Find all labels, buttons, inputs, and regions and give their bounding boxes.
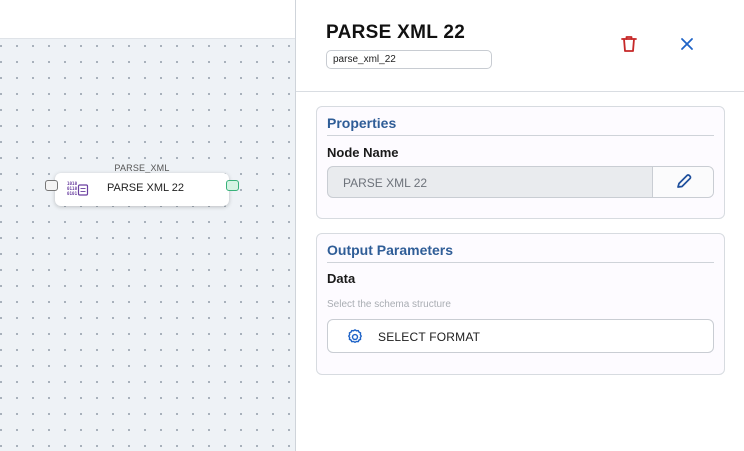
panel-title: PARSE XML 22 bbox=[326, 22, 466, 43]
properties-section: Properties Node Name PARSE XML 22 bbox=[316, 106, 725, 219]
workflow-canvas[interactable]: PARSE_XML 1010 0110 0101 PARSE XML 22 bbox=[0, 0, 296, 451]
trash-icon bbox=[621, 36, 637, 52]
pencil-icon bbox=[677, 174, 692, 188]
delete-node-button[interactable] bbox=[618, 33, 640, 55]
workflow-node[interactable]: 1010 0110 0101 PARSE XML 22 bbox=[55, 173, 229, 206]
close-panel-button[interactable] bbox=[676, 33, 698, 55]
node-input-handle[interactable] bbox=[45, 180, 58, 191]
data-label: Data bbox=[327, 271, 356, 286]
node-output-handle[interactable] bbox=[226, 180, 239, 191]
output-parameters-heading: Output Parameters bbox=[327, 242, 454, 258]
section-divider bbox=[327, 262, 714, 263]
output-parameters-section: Output Parameters Data Select the schema… bbox=[316, 233, 725, 375]
close-icon bbox=[681, 38, 693, 50]
properties-heading: Properties bbox=[327, 115, 397, 131]
edit-node-name-button[interactable] bbox=[652, 167, 713, 197]
select-format-button[interactable]: SELECT FORMAT bbox=[327, 319, 714, 353]
node-label: PARSE XML 22 bbox=[107, 182, 185, 194]
node-name-field: PARSE XML 22 bbox=[327, 166, 714, 198]
node-name-label: Node Name bbox=[327, 145, 399, 160]
node-name-value: PARSE XML 22 bbox=[343, 176, 428, 190]
node-slug: parse_xml_22 bbox=[326, 50, 492, 69]
select-format-label: SELECT FORMAT bbox=[378, 330, 481, 344]
node-type-label: PARSE_XML bbox=[114, 163, 170, 173]
canvas-toolbar bbox=[0, 0, 296, 39]
node-properties-panel: PARSE XML 22 parse_xml_22 Properties Nod… bbox=[296, 0, 744, 451]
schema-hint: Select the schema structure bbox=[327, 299, 451, 310]
gear-icon bbox=[348, 329, 362, 344]
xml-binary-icon: 1010 0110 0101 bbox=[67, 181, 89, 196]
svg-text:0101: 0101 bbox=[67, 191, 78, 196]
panel-separator bbox=[296, 91, 744, 92]
section-divider bbox=[327, 135, 714, 136]
